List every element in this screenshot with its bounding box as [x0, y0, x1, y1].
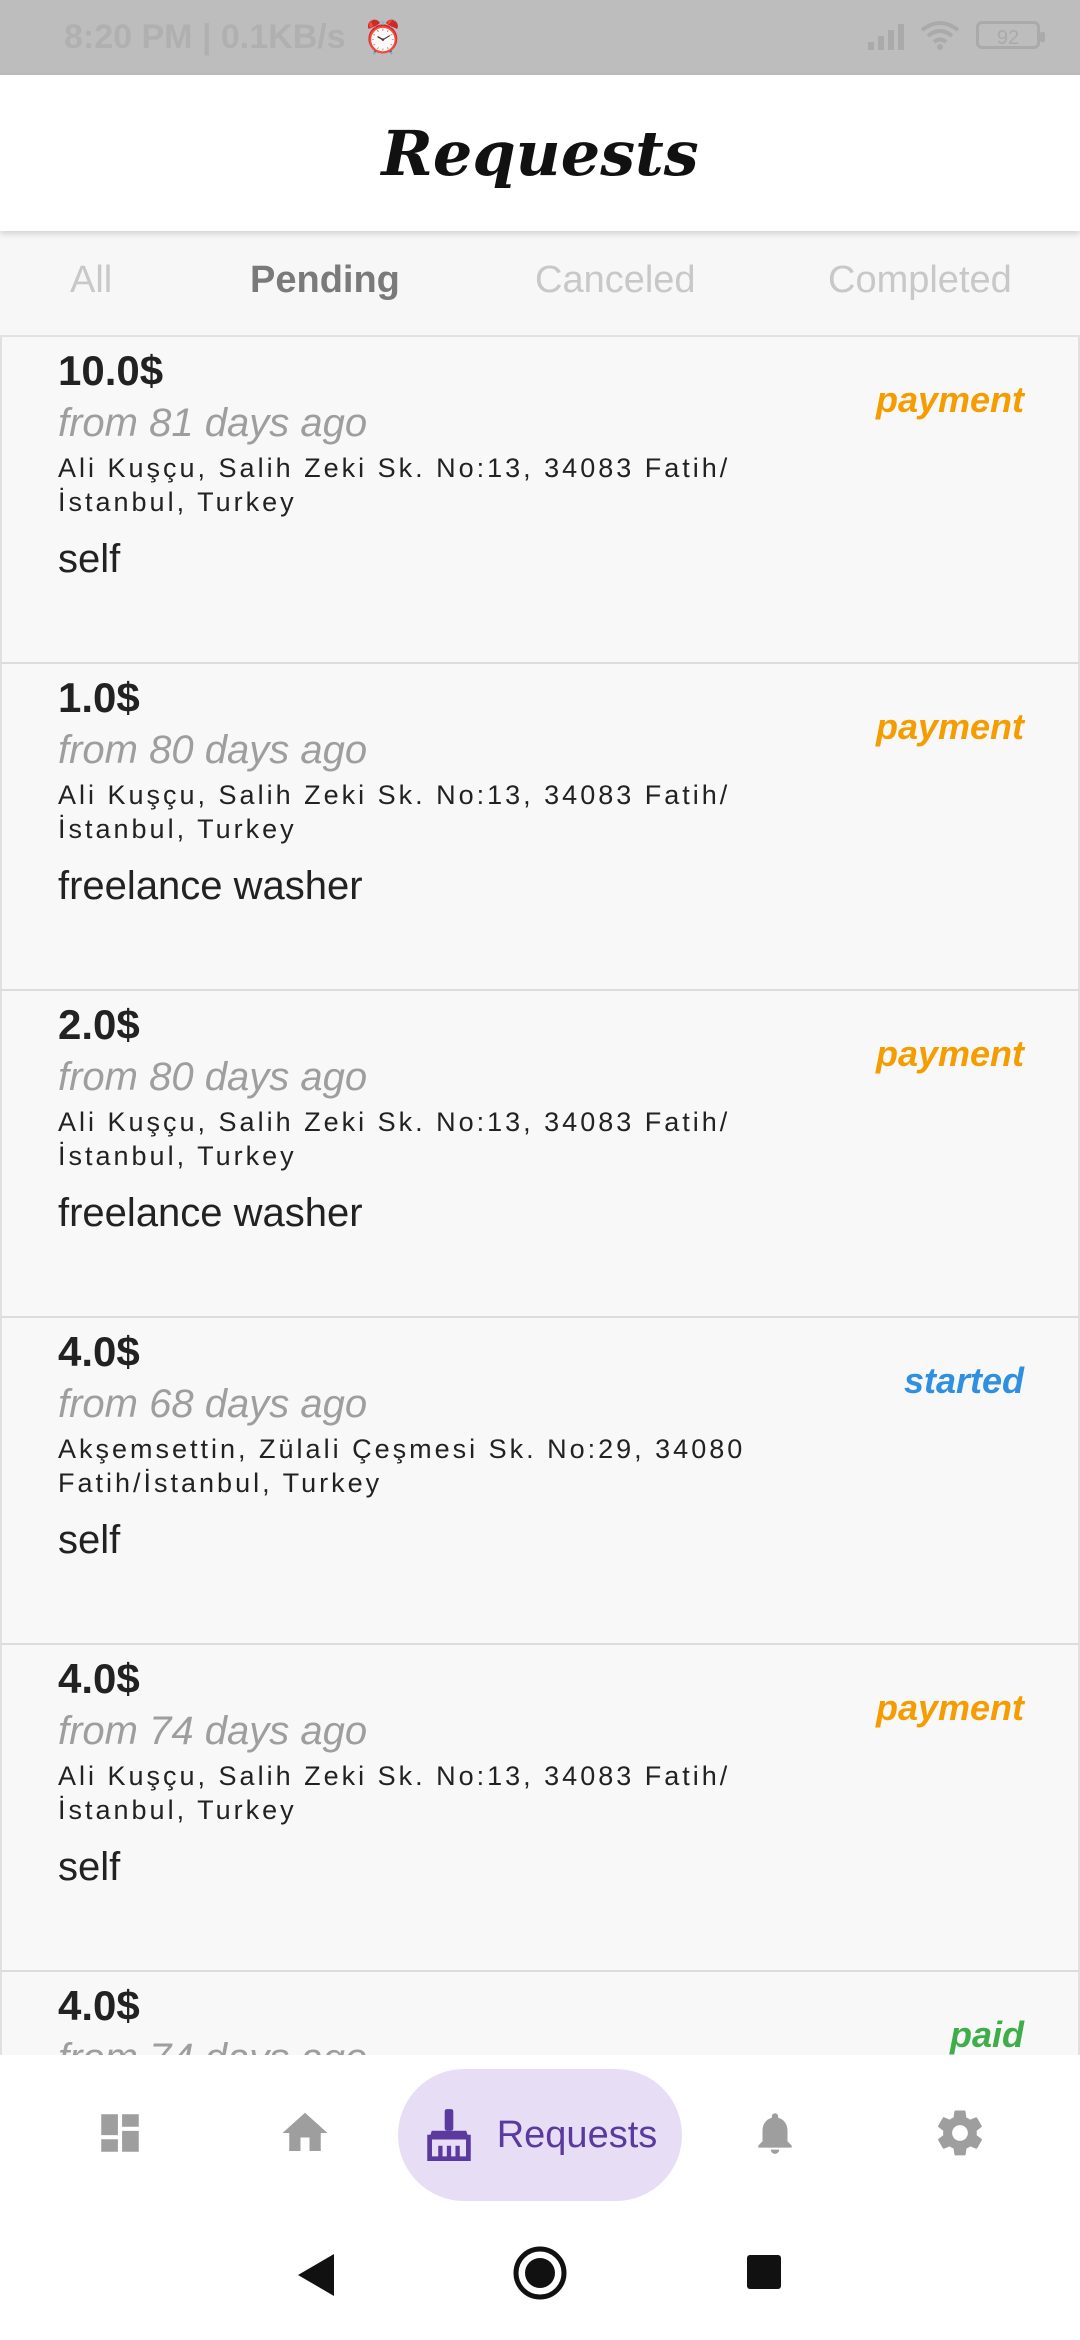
- request-price: 10.0$: [58, 347, 164, 394]
- broom-icon: [426, 2109, 471, 2162]
- request-card[interactable]: 2.0$ from 80 days ago Ali Kuşçu, Salih Z…: [0, 991, 1080, 1318]
- home-button-icon[interactable]: [512, 2245, 568, 2301]
- request-price: 1.0$: [58, 674, 140, 721]
- status-bar: 8:20 PM | 0.1KB/s ⏰ 92: [0, 0, 1080, 75]
- status-time-speed: 8:20 PM | 0.1KB/s ⏰: [64, 18, 403, 57]
- request-price: 4.0$: [58, 1328, 140, 1375]
- status-badge: payment: [875, 706, 1024, 747]
- request-address: Ali Kuşçu, Salih Zeki Sk. No:13, 34083 F…: [58, 1107, 731, 1171]
- status-badge: payment: [875, 1687, 1024, 1728]
- nav-notifications[interactable]: [715, 2055, 835, 2210]
- status-badge: started: [903, 1360, 1024, 1401]
- nav-dashboard[interactable]: [60, 2055, 180, 2210]
- gear-icon: [938, 2110, 982, 2155]
- request-card[interactable]: 1.0$ from 80 days ago Ali Kuşçu, Salih Z…: [0, 664, 1080, 991]
- request-time-ago: from 68 days ago: [58, 1382, 368, 1426]
- home-icon: [282, 2112, 328, 2151]
- page-title: Requests: [381, 116, 699, 190]
- request-address: Ali Kuşçu, Salih Zeki Sk. No:13, 34083 F…: [58, 1761, 731, 1825]
- request-description: self: [58, 1518, 121, 1562]
- nav-requests[interactable]: Requests: [398, 2069, 682, 2201]
- request-price: 4.0$: [58, 1982, 140, 2029]
- tab-canceled[interactable]: Canceled: [535, 259, 696, 302]
- battery-icon: 92: [976, 21, 1045, 49]
- app-header: Requests: [0, 75, 1080, 231]
- request-card[interactable]: 4.0$ from 74 days ago paid: [0, 1972, 1080, 2055]
- nav-requests-label: Requests: [496, 2113, 658, 2156]
- tab-pending[interactable]: Pending: [250, 259, 400, 302]
- request-card[interactable]: 4.0$ from 74 days ago Ali Kuşçu, Salih Z…: [0, 1645, 1080, 1972]
- back-icon[interactable]: [292, 2250, 338, 2300]
- bell-icon: [758, 2112, 792, 2154]
- request-price: 4.0$: [58, 1655, 140, 1702]
- dashboard-icon: [101, 2113, 139, 2152]
- tab-completed[interactable]: Completed: [828, 259, 1012, 302]
- status-badge: payment: [875, 379, 1024, 420]
- status-time-text: 8:20 PM | 0.1KB/s: [64, 18, 346, 56]
- status-badge: paid: [949, 2014, 1024, 2055]
- request-address: Ali Kuşçu, Salih Zeki Sk. No:13, 34083 F…: [58, 453, 731, 517]
- wifi-icon: [920, 21, 960, 50]
- request-address: Ali Kuşçu, Salih Zeki Sk. No:13, 34083 F…: [58, 780, 731, 844]
- filter-tabs: All Pending Canceled Completed: [0, 231, 1080, 338]
- system-nav-bar: [0, 2210, 1080, 2340]
- request-card[interactable]: 10.0$ from 81 days ago Ali Kuşçu, Salih …: [0, 337, 1080, 664]
- status-badge: payment: [875, 1033, 1024, 1074]
- request-time-ago: from 80 days ago: [58, 728, 368, 772]
- request-list: 10.0$ from 81 days ago Ali Kuşçu, Salih …: [0, 337, 1080, 2055]
- nav-home[interactable]: [245, 2055, 365, 2210]
- battery-level: 92: [996, 27, 1020, 49]
- tab-all[interactable]: All: [70, 259, 112, 302]
- bottom-nav: Requests: [0, 2055, 1080, 2210]
- alarm-icon: ⏰: [363, 19, 403, 55]
- request-time-ago: from 74 days ago: [58, 2036, 367, 2055]
- request-time-ago: from 74 days ago: [58, 1709, 368, 1753]
- request-description: freelance washer: [58, 864, 363, 908]
- request-card[interactable]: 4.0$ from 68 days ago Akşemsettin, Zülal…: [0, 1318, 1080, 1645]
- request-time-ago: from 80 days ago: [58, 1055, 368, 1099]
- request-description: self: [58, 1845, 121, 1889]
- signal-icon: [868, 20, 904, 50]
- request-description: self: [58, 537, 121, 581]
- nav-settings[interactable]: [900, 2055, 1020, 2210]
- request-time-ago: from 81 days ago: [58, 401, 368, 445]
- request-description: freelance washer: [58, 1191, 363, 1235]
- status-icons: 92: [868, 20, 1045, 50]
- request-address: Akşemsettin, Zülali Çeşmesi Sk. No:29, 3…: [58, 1434, 746, 1498]
- request-price: 2.0$: [58, 1001, 140, 1048]
- recents-icon[interactable]: [745, 2253, 783, 2291]
